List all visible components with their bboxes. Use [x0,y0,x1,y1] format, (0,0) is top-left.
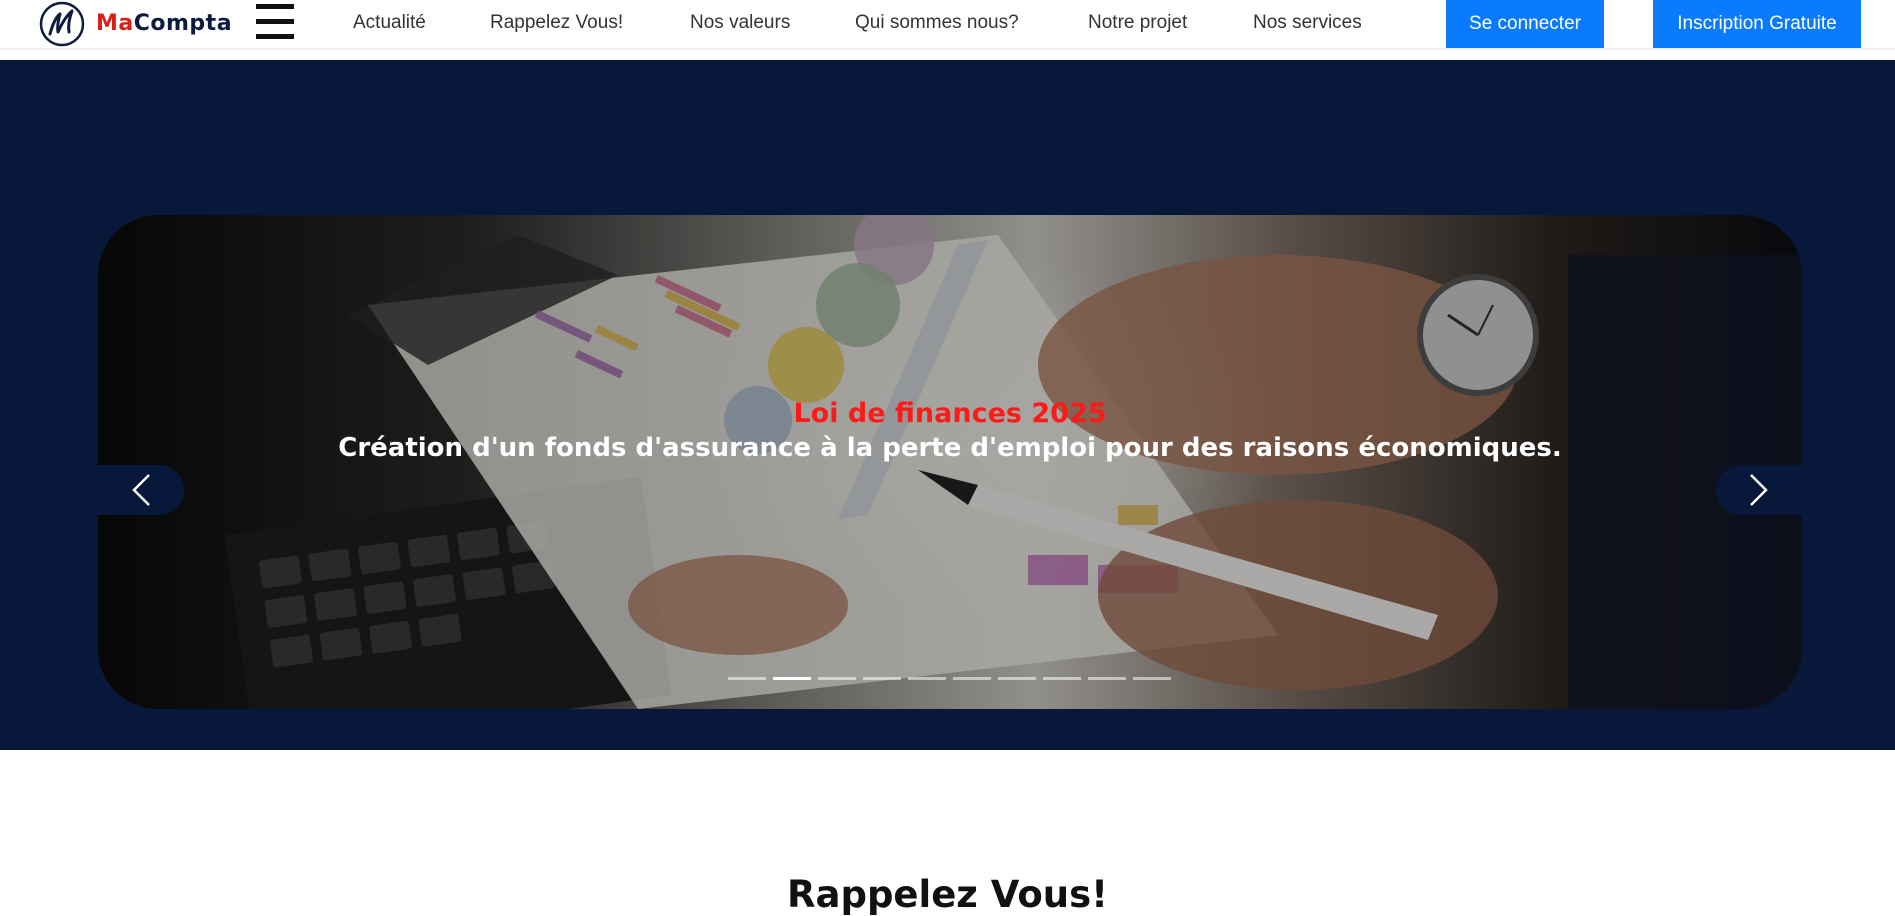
carousel-indicator[interactable] [1088,677,1126,680]
nav-link-actualite[interactable]: Actualité [353,12,426,34]
carousel-indicator[interactable] [728,677,766,680]
logo[interactable]: MaCompta [38,0,232,47]
logo-text: MaCompta [96,11,232,36]
navbar: MaCompta Actualité Rappelez Vous! Nos va… [0,0,1895,48]
chevron-right-icon [1750,474,1768,506]
nav-link-notre-projet[interactable]: Notre projet [1088,12,1187,34]
carousel-indicator[interactable] [998,677,1036,680]
nav-link-rappelez-vous[interactable]: Rappelez Vous! [490,12,623,34]
hero-section: Loi de finances 2025 Création d'un fonds… [0,60,1895,750]
signup-button[interactable]: Inscription Gratuite [1653,0,1861,48]
carousel-indicator[interactable] [908,677,946,680]
slide-caption-title: Loi de finances 2025 [793,398,1107,429]
carousel-slide: Loi de finances 2025 Création d'un fonds… [98,215,1802,709]
login-button[interactable]: Se connecter [1446,0,1604,48]
menu-icon[interactable] [256,2,296,42]
carousel-indicator[interactable] [773,677,811,680]
carousel-indicator[interactable] [1133,677,1171,680]
carousel-prev-button[interactable] [98,465,184,515]
carousel-indicator[interactable] [818,677,856,680]
nav-link-qui-sommes-nous[interactable]: Qui sommes nous? [855,12,1019,34]
nav-link-nos-valeurs[interactable]: Nos valeurs [690,12,790,34]
carousel-next-button[interactable] [1716,465,1802,515]
section-title: Rappelez Vous! [787,872,1108,916]
carousel-indicators [728,677,1178,680]
carousel-indicator[interactable] [863,677,901,680]
logo-text-ma: Ma [96,11,134,36]
carousel-indicator[interactable] [953,677,991,680]
carousel-indicator[interactable] [1043,677,1081,680]
nav-link-nos-services[interactable]: Nos services [1253,12,1362,34]
chevron-left-icon [132,474,150,506]
logo-mark-icon [39,1,85,46]
slide-caption-text: Création d'un fonds d'assurance à la per… [338,433,1562,463]
logo-text-compta: Compta [133,11,233,36]
